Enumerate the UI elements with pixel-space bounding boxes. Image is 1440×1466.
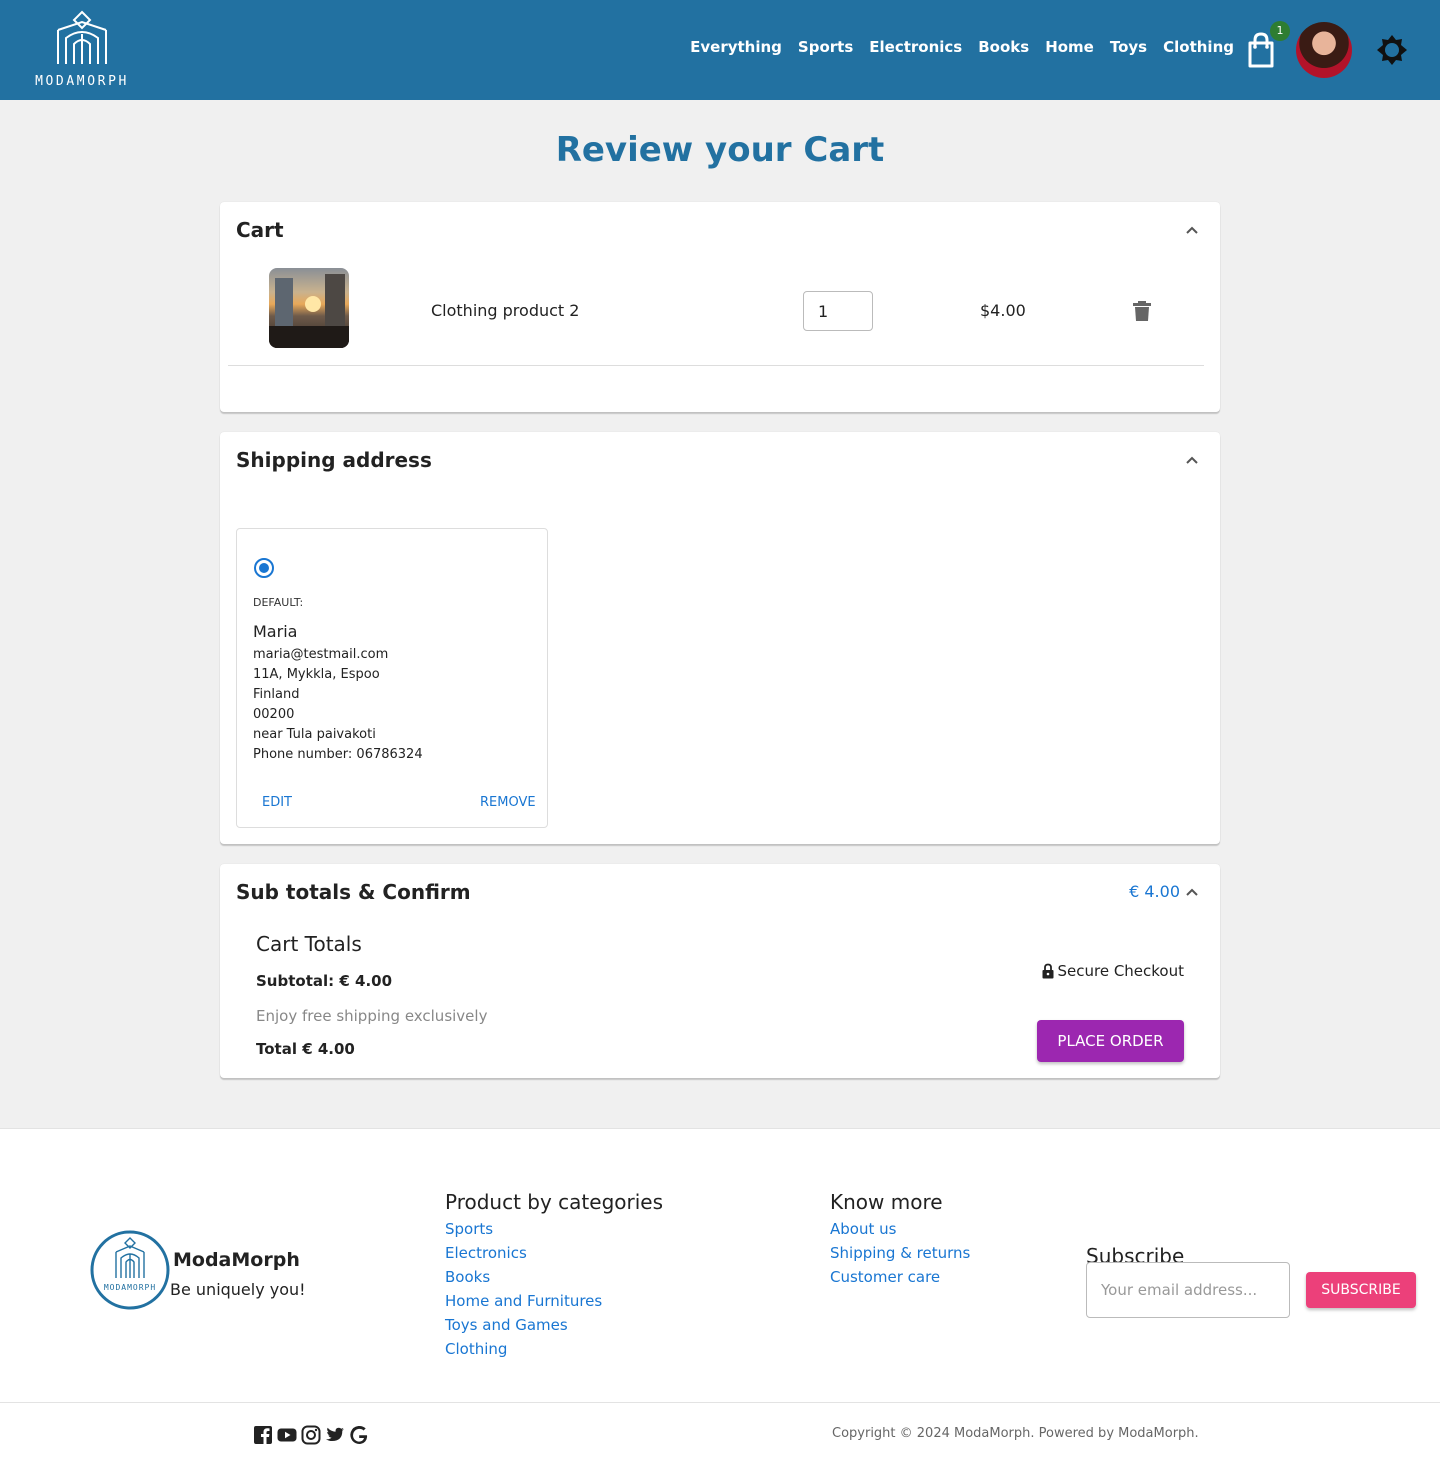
avatar[interactable] bbox=[1296, 22, 1352, 78]
page-title: Review your Cart bbox=[555, 130, 885, 170]
footer-link-shipping[interactable]: Shipping & returns bbox=[830, 1244, 970, 1263]
address-zip: 00200 bbox=[253, 707, 295, 722]
footer-link-electronics[interactable]: Electronics bbox=[445, 1244, 602, 1263]
place-order-button[interactable]: PLACE ORDER bbox=[1037, 1020, 1184, 1062]
divider bbox=[0, 1402, 1440, 1403]
address-lines: maria@testmail.com 11A, Mykkla, Espoo Fi… bbox=[253, 645, 423, 765]
summary-amount: € 4.00 bbox=[1129, 882, 1180, 901]
address-country: Finland bbox=[253, 687, 300, 702]
know-more-links: About us Shipping & returns Customer car… bbox=[830, 1220, 970, 1287]
totals-section-title: Sub totals & Confirm bbox=[236, 880, 471, 904]
email-field[interactable] bbox=[1086, 1262, 1290, 1318]
nav-sports[interactable]: Sports bbox=[798, 38, 853, 56]
cart-section-title: Cart bbox=[236, 218, 284, 242]
category-nav: Everything Sports Electronics Books Home… bbox=[690, 38, 1234, 56]
total-text: Total € 4.00 bbox=[256, 1040, 355, 1058]
address-card: DEFAULT: Maria maria@testmail.com 11A, M… bbox=[236, 528, 548, 828]
sun-icon[interactable] bbox=[1376, 34, 1408, 66]
chevron-up-icon[interactable] bbox=[1184, 884, 1200, 900]
address-name: Maria bbox=[253, 622, 298, 641]
copyright-text: Copyright © 2024 ModaMorph. Powered by M… bbox=[832, 1426, 1199, 1441]
product-price: $4.00 bbox=[980, 301, 1026, 320]
totals-section: Sub totals & Confirm € 4.00 Cart Totals … bbox=[220, 864, 1220, 1078]
footer-brand: ModaMorph bbox=[173, 1249, 300, 1271]
footer-link-books[interactable]: Books bbox=[445, 1268, 602, 1287]
nav-clothing[interactable]: Clothing bbox=[1163, 38, 1234, 56]
product-name[interactable]: Clothing product 2 bbox=[431, 301, 579, 320]
shipping-section-title: Shipping address bbox=[236, 448, 432, 472]
shipping-note: Enjoy free shipping exclusively bbox=[256, 1007, 488, 1025]
default-label: DEFAULT: bbox=[253, 596, 304, 609]
address-email: maria@testmail.com bbox=[253, 647, 389, 662]
categories-title: Product by categories bbox=[445, 1190, 664, 1214]
address-street: 11A, Mykkla, Espoo bbox=[253, 667, 380, 682]
secure-checkout-label: Secure Checkout bbox=[1057, 962, 1184, 980]
know-more-title: Know more bbox=[830, 1190, 943, 1214]
footer-link-home[interactable]: Home and Furnitures bbox=[445, 1292, 602, 1311]
address-phone: Phone number: 06786324 bbox=[253, 747, 423, 762]
top-app-bar: MODAMORPH Everything Sports Electronics … bbox=[0, 0, 1440, 100]
address-landmark: near Tula paivakoti bbox=[253, 727, 376, 742]
social-links bbox=[253, 1425, 369, 1445]
address-radio[interactable] bbox=[254, 558, 274, 578]
nav-everything[interactable]: Everything bbox=[690, 38, 782, 56]
youtube-icon[interactable] bbox=[277, 1425, 297, 1445]
trash-icon[interactable] bbox=[1132, 300, 1152, 322]
nav-toys[interactable]: Toys bbox=[1110, 38, 1147, 56]
twitter-icon[interactable] bbox=[325, 1425, 345, 1445]
nav-electronics[interactable]: Electronics bbox=[869, 38, 962, 56]
subtotal-text: Subtotal: € 4.00 bbox=[256, 972, 393, 990]
nav-home[interactable]: Home bbox=[1045, 38, 1094, 56]
subscribe-button[interactable]: SUBSCRIBE bbox=[1306, 1272, 1416, 1308]
cart-totals-heading: Cart Totals bbox=[256, 932, 362, 956]
footer-link-care[interactable]: Customer care bbox=[830, 1268, 970, 1287]
chevron-up-icon[interactable] bbox=[1184, 452, 1200, 468]
edit-address-button[interactable]: EDIT bbox=[262, 795, 292, 810]
chevron-up-icon[interactable] bbox=[1184, 222, 1200, 238]
product-image[interactable] bbox=[269, 268, 349, 348]
footer-tagline: Be uniquely you! bbox=[170, 1280, 306, 1299]
brand-logo[interactable]: MODAMORPH bbox=[30, 8, 134, 94]
facebook-icon[interactable] bbox=[253, 1425, 273, 1445]
lock-icon bbox=[1042, 963, 1054, 979]
instagram-icon[interactable] bbox=[301, 1425, 321, 1445]
quantity-input[interactable] bbox=[803, 291, 873, 331]
shipping-section: Shipping address DEFAULT: Maria maria@te… bbox=[220, 432, 1220, 844]
remove-address-button[interactable]: REMOVE bbox=[480, 795, 536, 810]
cart-section: Cart Clothing product 2 $4.00 bbox=[220, 202, 1220, 412]
footer: MODAMORPH ModaMorph Be uniquely you! Pro… bbox=[0, 1128, 1440, 1466]
nav-books[interactable]: Books bbox=[978, 38, 1029, 56]
logo-mark-icon bbox=[57, 10, 107, 64]
footer-logo-text: MODAMORPH bbox=[104, 1283, 156, 1292]
footer-link-sports[interactable]: Sports bbox=[445, 1220, 602, 1239]
logo-text: MODAMORPH bbox=[35, 74, 129, 89]
footer-logo-icon[interactable]: MODAMORPH bbox=[90, 1230, 170, 1310]
footer-link-about[interactable]: About us bbox=[830, 1220, 970, 1239]
footer-link-toys[interactable]: Toys and Games bbox=[445, 1316, 602, 1335]
cart-count-badge: 1 bbox=[1270, 21, 1290, 41]
categories-links: Sports Electronics Books Home and Furnit… bbox=[445, 1220, 602, 1359]
secure-checkout: Secure Checkout bbox=[1041, 962, 1184, 980]
google-icon[interactable] bbox=[349, 1425, 369, 1445]
footer-link-clothing[interactable]: Clothing bbox=[445, 1340, 602, 1359]
divider bbox=[228, 365, 1204, 366]
